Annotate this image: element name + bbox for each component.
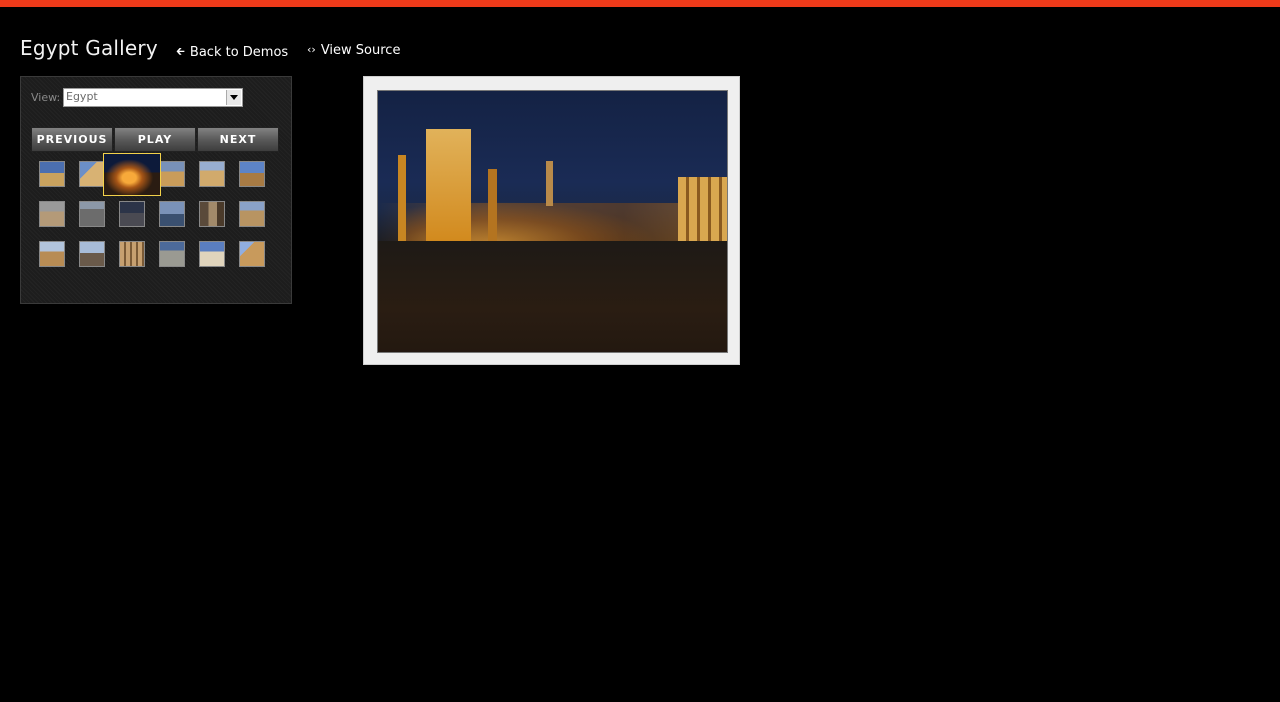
thumbnail[interactable] <box>239 161 265 187</box>
back-to-demos-link[interactable]: 🡰 Back to Demos <box>176 43 288 62</box>
gallery-control-panel: View: Egypt PREVIOUS PLAY NEXT <box>20 76 292 304</box>
thumbnail[interactable] <box>159 201 185 227</box>
arrow-left-icon: 🡰 <box>176 45 185 58</box>
thumbnail[interactable] <box>39 161 65 187</box>
view-label: View: <box>31 91 61 104</box>
view-source-link[interactable]: ‹› View Source <box>307 43 400 58</box>
view-select-value: Egypt <box>66 90 98 103</box>
next-button[interactable]: NEXT <box>197 127 279 152</box>
thumbnail[interactable] <box>199 201 225 227</box>
thumbnail[interactable] <box>119 201 145 227</box>
thumbnail[interactable] <box>199 241 225 267</box>
thumbnail[interactable] <box>159 241 185 267</box>
thumbnail[interactable] <box>239 201 265 227</box>
thumbnail[interactable] <box>79 201 105 227</box>
thumbnail[interactable] <box>159 161 185 187</box>
view-select[interactable]: Egypt <box>63 88 243 107</box>
thumbnail[interactable] <box>239 241 265 267</box>
thumbnail[interactable] <box>119 241 145 267</box>
chevron-down-icon[interactable] <box>226 90 241 105</box>
code-brackets-icon: ‹› <box>307 43 316 56</box>
accent-top-bar <box>0 0 1280 7</box>
view-source-label: View Source <box>320 43 401 58</box>
back-to-demos-label: Back to Demos <box>189 45 289 60</box>
main-photo <box>377 90 728 353</box>
page-title: Egypt Gallery <box>20 36 158 60</box>
main-image-frame <box>363 76 740 365</box>
previous-button[interactable]: PREVIOUS <box>31 127 113 152</box>
thumbnail[interactable] <box>199 161 225 187</box>
thumbnail[interactable] <box>39 241 65 267</box>
thumbnail[interactable] <box>79 241 105 267</box>
thumbnail[interactable] <box>39 201 65 227</box>
play-button[interactable]: PLAY <box>114 127 196 152</box>
thumbnail-selected[interactable] <box>103 153 161 196</box>
thumbnail[interactable] <box>79 161 105 187</box>
